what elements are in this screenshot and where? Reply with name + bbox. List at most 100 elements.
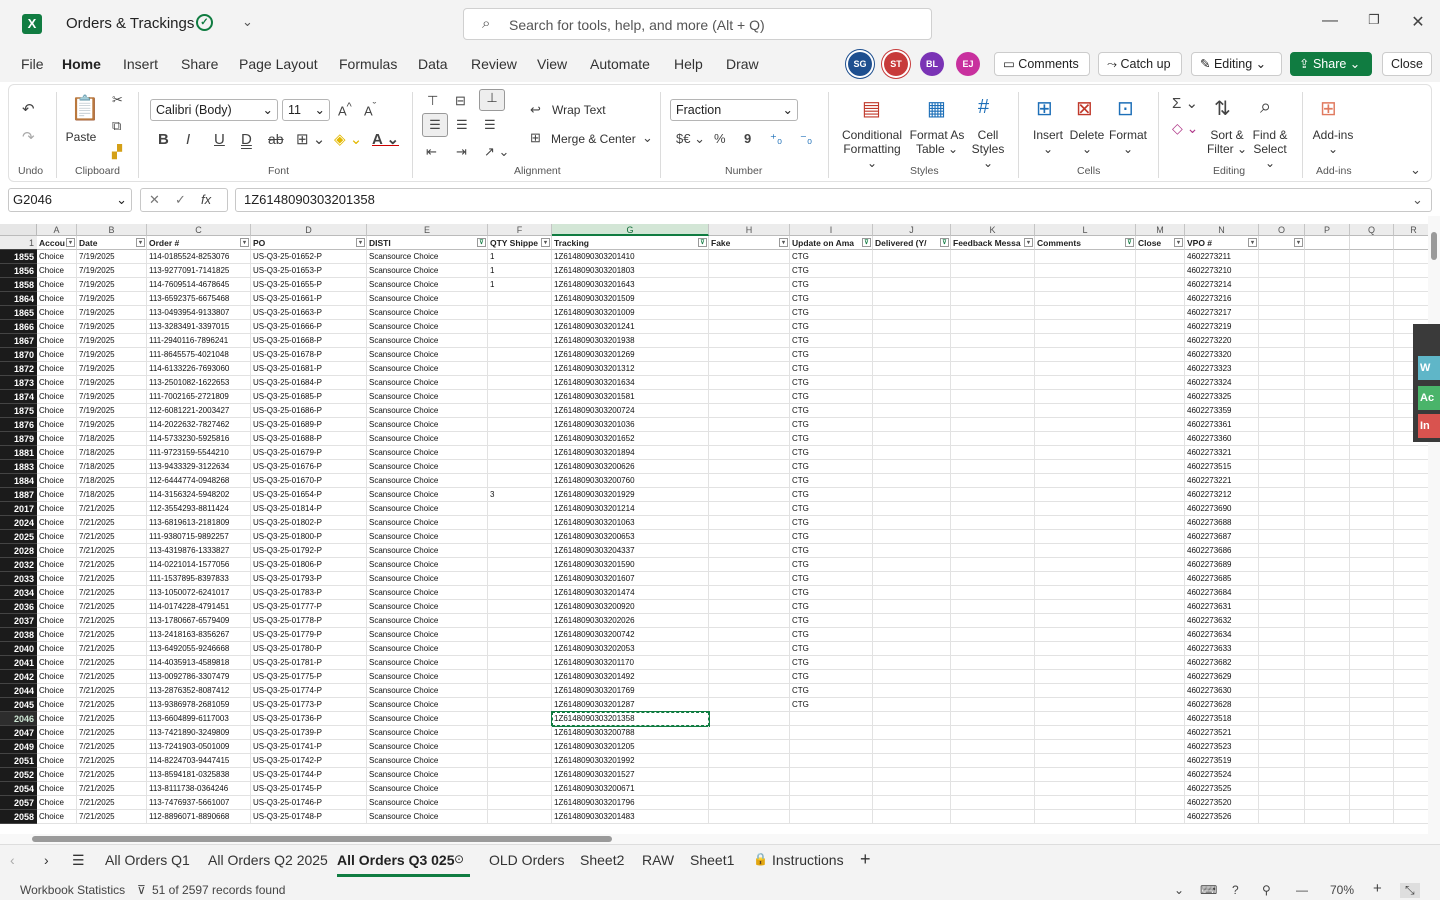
column-header-i[interactable]: I: [790, 224, 873, 236]
account-cell[interactable]: Choice: [37, 558, 77, 572]
chevron-down-icon[interactable]: ⌄: [242, 14, 253, 30]
qty-shipped-cell[interactable]: [488, 320, 552, 334]
account-cell[interactable]: Choice: [37, 530, 77, 544]
empty-cell[interactable]: [1305, 502, 1350, 516]
empty-cell[interactable]: [1305, 628, 1350, 642]
empty-cell[interactable]: [1305, 768, 1350, 782]
account-cell[interactable]: Choice: [37, 488, 77, 502]
increase-indent-icon[interactable]: ⇥: [456, 144, 467, 160]
row-header[interactable]: 2025: [0, 530, 37, 544]
empty-cell[interactable]: [1350, 712, 1394, 726]
empty-cell[interactable]: [1394, 600, 1428, 614]
merge-center-button[interactable]: Merge & Center: [551, 132, 636, 146]
qty-shipped-cell[interactable]: [488, 754, 552, 768]
qty-shipped-cell[interactable]: [488, 292, 552, 306]
share-button[interactable]: ⇪ Share ⌄: [1290, 52, 1372, 76]
menu-item-insert[interactable]: Insert: [123, 56, 158, 72]
account-cell[interactable]: Choice: [37, 320, 77, 334]
vpo-cell[interactable]: 4602273219: [1185, 320, 1259, 334]
row-header[interactable]: 2034: [0, 586, 37, 600]
empty-cell[interactable]: [1035, 446, 1136, 460]
empty-cell[interactable]: [873, 614, 951, 628]
empty-cell[interactable]: [1350, 670, 1394, 684]
menu-item-view[interactable]: View: [537, 56, 567, 72]
order-number-cell[interactable]: 112-3554293-8811424: [147, 502, 251, 516]
empty-cell[interactable]: [1305, 642, 1350, 656]
empty-cell[interactable]: [1259, 432, 1305, 446]
header-cell[interactable]: VPO # ▾: [1185, 236, 1259, 250]
po-cell[interactable]: US-Q3-25-01778-P: [251, 614, 367, 628]
row-header[interactable]: 2044: [0, 684, 37, 698]
empty-cell[interactable]: [709, 376, 790, 390]
po-cell[interactable]: US-Q3-25-01792-P: [251, 544, 367, 558]
account-cell[interactable]: Choice: [37, 656, 77, 670]
date-cell[interactable]: 7/19/2025: [77, 250, 147, 264]
cancel-icon[interactable]: ✕: [149, 192, 160, 208]
update-cell[interactable]: [790, 754, 873, 768]
empty-cell[interactable]: [1350, 446, 1394, 460]
qty-shipped-cell[interactable]: [488, 586, 552, 600]
cell-styles-button[interactable]: Cell Styles ⌄: [966, 128, 1010, 170]
tracking-cell[interactable]: 1Z6148090303201170: [552, 656, 709, 670]
empty-cell[interactable]: [709, 474, 790, 488]
empty-cell[interactable]: [1394, 306, 1428, 320]
filter-dropdown-icon[interactable]: ▾: [541, 238, 550, 247]
disti-cell[interactable]: Scansource Choice: [367, 474, 488, 488]
order-number-cell[interactable]: 114-2022632-7827462: [147, 418, 251, 432]
empty-cell[interactable]: [1259, 796, 1305, 810]
empty-cell[interactable]: [873, 264, 951, 278]
empty-cell[interactable]: [709, 810, 790, 824]
empty-cell[interactable]: [1035, 264, 1136, 278]
date-cell[interactable]: 7/18/2025: [77, 446, 147, 460]
editing-mode-button[interactable]: ✎ Editing ⌄: [1191, 52, 1282, 76]
function-icon[interactable]: fx: [201, 192, 211, 207]
order-number-cell[interactable]: 111-7002165-2721809: [147, 390, 251, 404]
disti-cell[interactable]: Scansource Choice: [367, 586, 488, 600]
column-header-n[interactable]: N: [1185, 224, 1259, 236]
update-cell[interactable]: [790, 810, 873, 824]
po-cell[interactable]: US-Q3-25-01668-P: [251, 334, 367, 348]
comments-button[interactable]: ▭ Comments: [994, 52, 1090, 76]
empty-cell[interactable]: [873, 446, 951, 460]
empty-cell[interactable]: [873, 754, 951, 768]
empty-cell[interactable]: [1035, 600, 1136, 614]
account-cell[interactable]: Choice: [37, 544, 77, 558]
vpo-cell[interactable]: 4602273634: [1185, 628, 1259, 642]
vpo-cell[interactable]: 4602273359: [1185, 404, 1259, 418]
tracking-cell[interactable]: 1Z6148090303200742: [552, 628, 709, 642]
empty-cell[interactable]: [1305, 558, 1350, 572]
empty-cell[interactable]: [709, 726, 790, 740]
po-cell[interactable]: US-Q3-25-01679-P: [251, 446, 367, 460]
empty-cell[interactable]: [1259, 558, 1305, 572]
vpo-cell[interactable]: 4602273633: [1185, 642, 1259, 656]
empty-cell[interactable]: [1035, 390, 1136, 404]
tracking-cell[interactable]: 1Z6148090303201590: [552, 558, 709, 572]
disti-cell[interactable]: Scansource Choice: [367, 782, 488, 796]
filter-dropdown-icon[interactable]: ▾: [136, 238, 145, 247]
empty-cell[interactable]: [1259, 292, 1305, 306]
disti-cell[interactable]: Scansource Choice: [367, 250, 488, 264]
column-header-c[interactable]: C: [147, 224, 251, 236]
empty-cell[interactable]: [951, 796, 1035, 810]
qty-shipped-cell[interactable]: [488, 460, 552, 474]
column-header-f[interactable]: F: [488, 224, 552, 236]
align-top-icon[interactable]: ⊤: [427, 93, 438, 109]
header-cell[interactable]: DISTI ⊽: [367, 236, 488, 250]
empty-cell[interactable]: [873, 586, 951, 600]
empty-cell[interactable]: [1136, 656, 1185, 670]
empty-cell[interactable]: [1394, 698, 1428, 712]
empty-cell[interactable]: [1035, 796, 1136, 810]
update-cell[interactable]: CTG: [790, 278, 873, 292]
empty-cell[interactable]: [709, 446, 790, 460]
account-cell[interactable]: Choice: [37, 642, 77, 656]
disti-cell[interactable]: Scansource Choice: [367, 628, 488, 642]
select-all-corner[interactable]: [0, 224, 37, 236]
all-sheets-menu-icon[interactable]: ☰: [72, 852, 85, 869]
filter-dropdown-icon[interactable]: ▾: [356, 238, 365, 247]
empty-cell[interactable]: [951, 348, 1035, 362]
filter-active-icon[interactable]: ⊽: [862, 238, 871, 247]
empty-cell[interactable]: [709, 418, 790, 432]
filter-dropdown-icon[interactable]: ▾: [1248, 238, 1257, 247]
empty-cell[interactable]: [951, 432, 1035, 446]
empty-cell[interactable]: [709, 432, 790, 446]
